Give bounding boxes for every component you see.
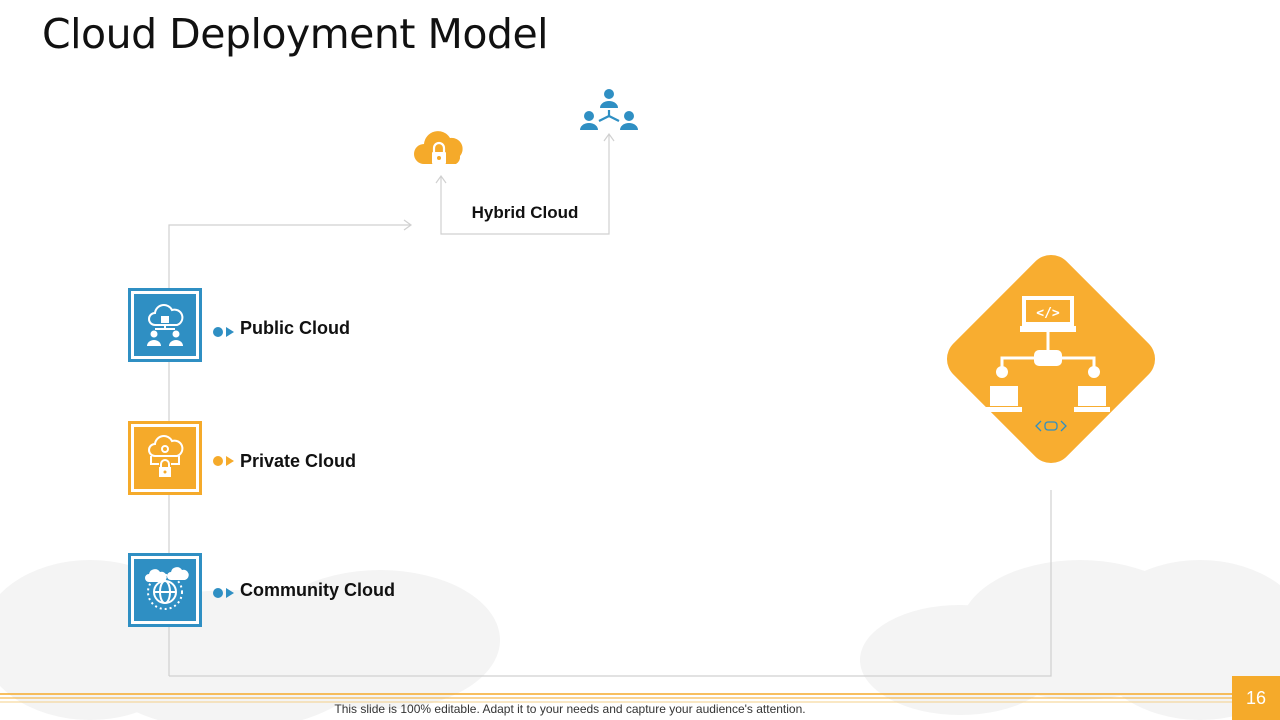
public-cloud-bullet-icon [213,327,234,337]
community-cloud-bullet-icon [213,588,234,598]
page-number: 16 [1232,676,1280,720]
community-cloud-icon-box [128,553,202,627]
network-diamond: </> [914,222,1188,496]
private-cloud-icon-box [128,421,202,495]
cloud-users-icon [147,304,184,346]
community-cloud-label: Community Cloud [240,580,395,600]
private-cloud-label: Private Cloud [240,451,357,471]
page-title: Cloud Deployment Model [42,10,549,58]
network-users-icon [580,89,638,130]
public-cloud-label: Public Cloud [240,318,350,338]
private-cloud-bullet-icon [213,456,234,466]
svg-text:</>: </> [1036,306,1060,321]
cloud-lock-icon [414,131,463,164]
hybrid-cloud-label: Hybrid Cloud [471,203,579,222]
footer-text: This slide is 100% editable. Adapt it to… [334,702,806,716]
cloud-gear-lock-icon [148,435,184,477]
globe-cloud-icon [145,567,189,610]
public-cloud-icon-box [128,288,202,362]
